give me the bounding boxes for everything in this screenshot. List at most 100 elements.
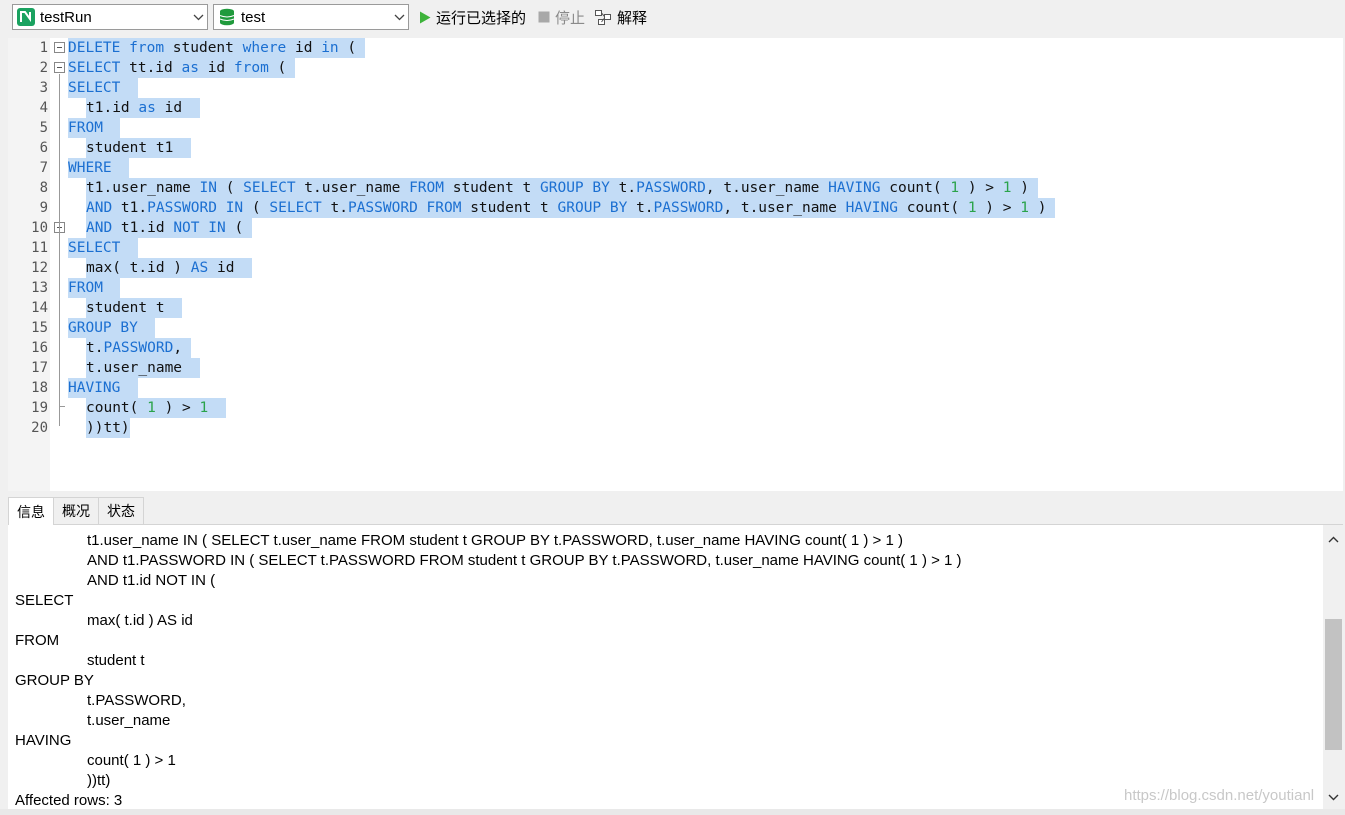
sql-token: t. [321,200,348,216]
code-text: WHERE [68,158,130,178]
sql-keyword: IN [208,220,226,236]
code-text: GROUP BY [68,318,156,338]
chevron-down-icon [390,5,408,29]
message-line: student t [87,652,145,669]
line-number: 4 [39,100,48,116]
sql-keyword: FROM [68,280,103,296]
sql-keyword: IN [225,200,244,216]
sql-token: ( [225,220,252,236]
editor-line: 13 FROM [8,278,1308,298]
sql-keyword: SELECT [243,180,296,196]
sql-token: t1. [112,200,148,216]
line-number: 9 [39,200,48,216]
editor-line: 17 t.user_name [8,358,1308,378]
result-message-panel[interactable]: t1.user_name IN ( SELECT t.user_name FRO… [8,524,1343,809]
run-selected-button[interactable]: 运行已选择的 [419,6,526,28]
scrollbar-thumb[interactable] [1325,619,1342,750]
sql-token: id [155,100,200,116]
sql-keyword: PASSWORD [347,200,418,216]
explain-label: 解释 [617,9,648,27]
explain-button[interactable]: 解释 [595,6,647,28]
editor-line: 12 max( t.id ) AS id [8,258,1308,278]
sql-keyword: PASSWORD [147,200,217,216]
sql-keyword: GROUP BY [68,320,138,336]
connection-select[interactable]: testRun [12,4,208,30]
code-text: student t [86,298,183,318]
panel-splitter[interactable] [0,491,1345,497]
sql-token: ( [243,200,270,216]
code-text: FROM [68,118,121,138]
editor-line: 20 ))tt) [8,418,1308,438]
sql-token: t.user_name [86,360,200,376]
message-line: GROUP BY [15,672,94,689]
fold-toggle-icon[interactable] [54,62,65,73]
editor-line: 16 t.PASSWORD, [8,338,1308,358]
connection-icon [17,8,35,26]
bottom-bar [0,809,1345,815]
stop-button[interactable]: 停止 [538,6,585,28]
sql-keyword: PASSWORD [636,180,706,196]
line-number: 2 [39,60,48,76]
sql-keyword: IN [199,180,217,196]
sql-editor[interactable]: 1 DELETE from student where id in ( 2 SELE… [8,38,1343,491]
editor-line: 1 DELETE from student where id in ( [8,38,1308,58]
toolbar: testRun test 运行已选择的 停止 解释 [0,0,1345,36]
sql-keyword: FROM [409,180,444,196]
code-text: max( t.id ) AS id [86,258,252,278]
sql-token: t.user_name [295,180,410,196]
sql-keyword: DELETE [68,40,121,56]
editor-line: 14 student t [8,298,1308,318]
sql-token: count( [86,400,148,416]
run-selected-label: 运行已选择的 [436,9,527,27]
scroll-up-icon[interactable] [1323,529,1343,549]
line-number: 15 [31,320,48,336]
sql-token: t1.user_name [86,180,200,196]
line-number: 6 [39,140,48,156]
line-number: 14 [31,300,48,316]
tab-info-label: 信息 [17,503,45,520]
sql-keyword: HAVING [845,200,898,216]
sql-token: , t.user_name [705,180,829,196]
message-line: t1.user_name IN ( SELECT t.user_name FRO… [87,532,903,549]
line-number: 18 [31,380,48,396]
sql-number: 1 [950,180,960,196]
sql-keyword: PASSWORD [103,340,174,356]
sql-number: 1 [199,400,209,416]
sql-number: 1 [147,400,156,416]
code-text: t1.user_name IN ( SELECT t.user_name FRO… [86,178,1038,198]
sql-token: student t [443,180,541,196]
editor-line: 6 student t1 [8,138,1308,158]
explain-icon [595,9,612,25]
stop-icon [538,11,550,23]
sql-token: count( [898,200,968,216]
stop-label: 停止 [555,9,586,27]
tab-profile[interactable]: 概况 [53,497,99,524]
result-tabs: 信息 概况 状态 [8,497,144,525]
editor-line: 7 WHERE [8,158,1308,178]
tab-info[interactable]: 信息 [8,497,54,525]
scroll-down-icon[interactable] [1323,787,1343,807]
line-number: 11 [31,240,48,256]
line-number: 13 [31,280,48,296]
editor-line: 19 count( 1 ) > 1 [8,398,1308,418]
database-select[interactable]: test [213,4,409,30]
sql-token: ) > [976,200,1021,216]
sql-token: ))tt) [86,420,130,436]
line-number: 20 [31,420,48,436]
sql-keyword: where [242,40,287,56]
sql-keyword: as [138,100,156,116]
editor-line: 5 FROM [8,118,1308,138]
sql-token: t1.id [112,220,174,236]
fold-toggle-icon[interactable] [54,42,65,53]
vertical-scrollbar[interactable] [1323,525,1343,809]
watermark: https://blog.csdn.net/youtianl [1124,787,1315,804]
sql-keyword: WHERE [68,160,112,176]
sql-token: tt.id [120,60,182,76]
tab-status[interactable]: 状态 [98,497,144,524]
sql-token: student t1 [86,140,191,156]
